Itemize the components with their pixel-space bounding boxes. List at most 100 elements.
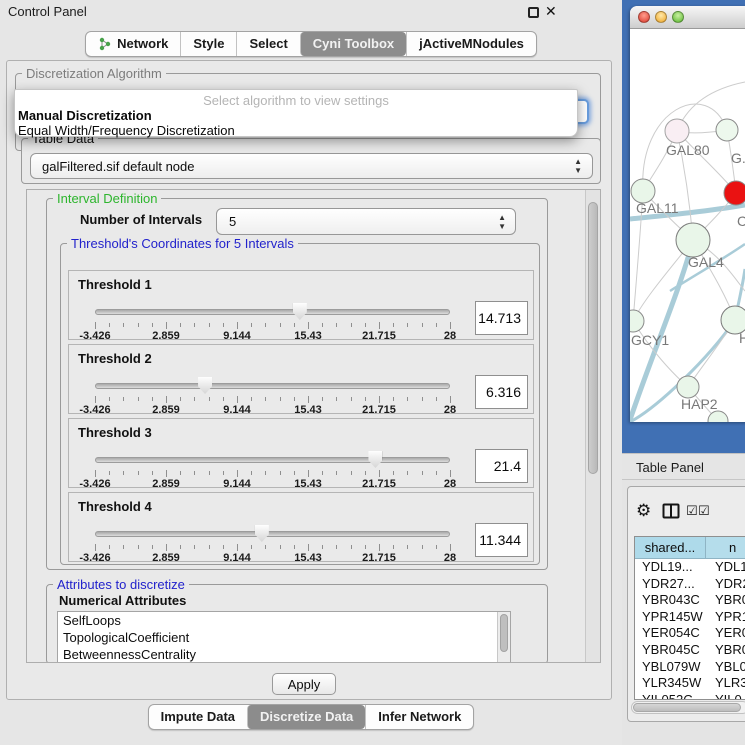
cell[interactable]: YPR1 [706, 609, 745, 626]
float-window-icon[interactable] [528, 7, 539, 18]
table-row[interactable]: YBL079WYBL0 [635, 659, 745, 676]
cyni-toolbox-panel: Discretization Algorithm Select algorith… [6, 60, 612, 700]
network-view-window: GAL80 G. GAL11 C GAL4 GCY1 H HAP2 [630, 6, 745, 422]
cell[interactable]: YBL0 [706, 659, 745, 676]
cell[interactable]: YPR145W [635, 609, 706, 626]
scrollbar-thumb[interactable] [633, 703, 741, 712]
cell[interactable]: YDR2 [706, 576, 745, 593]
node-selected-red[interactable] [724, 181, 745, 205]
cell[interactable]: YER0 [706, 625, 745, 642]
node-attribute-table[interactable]: shared... n YDL19...YDL1 YDR27...YDR2 YB… [634, 536, 745, 700]
cell[interactable]: YDR27... [635, 576, 706, 593]
slider-track[interactable] [95, 457, 450, 463]
node-gcy1[interactable] [630, 310, 644, 332]
table-row[interactable]: YBR045CYBR0 [635, 642, 745, 659]
network-icon [98, 37, 112, 51]
node-label-partial-g: G. [731, 150, 745, 166]
threshold-1-panel: Threshold 1 -3.4262.8599.14415.4321.7152… [68, 270, 534, 340]
select-column-checkbox-icon[interactable]: ☑ [686, 504, 698, 519]
slider-track[interactable] [95, 383, 450, 389]
algorithm-dropdown-popup: Select algorithm to view settings Manual… [14, 89, 578, 137]
table-header-row: shared... n [635, 537, 745, 559]
tab-discretize-data[interactable]: Discretize Data [247, 705, 365, 729]
cell[interactable]: YIL052C [635, 692, 706, 700]
threshold-4-value-field[interactable]: 11.344 [475, 523, 528, 557]
table-row[interactable]: YDL19...YDL1 [635, 559, 745, 576]
slider-thumb[interactable] [293, 303, 307, 320]
node-gal4[interactable] [676, 223, 710, 257]
cell[interactable]: YIL0 [706, 692, 745, 700]
table-row[interactable]: YDR27...YDR2 [635, 576, 745, 593]
table-row[interactable]: YPR145WYPR1 [635, 609, 745, 626]
minimize-traffic-light-icon[interactable] [655, 11, 667, 23]
cell[interactable]: YDL1 [706, 559, 745, 576]
control-panel-titlebar: Control Panel ✕ [0, 0, 622, 24]
threshold-4-slider[interactable]: -3.4262.8599.14415.4321.71528 [95, 523, 450, 561]
number-of-intervals-spinner[interactable]: 5 ▲▼ [216, 208, 516, 235]
slider-track[interactable] [95, 531, 450, 537]
cell[interactable]: YBR0 [706, 592, 745, 609]
table-row[interactable]: YLR345WYLR3 [635, 675, 745, 692]
split-columns-icon[interactable] [662, 503, 680, 520]
threshold-1-slider[interactable]: -3.4262.8599.14415.4321.71528 [95, 301, 450, 339]
tab-select[interactable]: Select [236, 32, 299, 56]
slider-ticks [95, 396, 450, 403]
cell[interactable]: YBR045C [635, 642, 706, 659]
network-canvas[interactable]: GAL80 G. GAL11 C GAL4 GCY1 H HAP2 [630, 29, 745, 422]
tab-style[interactable]: Style [180, 32, 236, 56]
select-column-checkbox-icon[interactable]: ☑ [698, 504, 710, 519]
table-data-combobox[interactable]: galFiltered.sif default node ▲▼ [30, 153, 593, 179]
cell[interactable]: YER054C [635, 625, 706, 642]
cell[interactable]: YLR345W [635, 675, 706, 692]
node-hap2[interactable] [677, 376, 699, 398]
threshold-3-value-field[interactable]: 21.4 [475, 449, 528, 483]
threshold-3-slider[interactable]: -3.4262.8599.14415.4321.71528 [95, 449, 450, 487]
horizontal-scrollbar[interactable] [631, 701, 745, 714]
tab-impute-data[interactable]: Impute Data [149, 705, 247, 729]
table-row[interactable]: YER054CYER0 [635, 625, 745, 642]
list-item[interactable]: BetweennessCentrality [58, 646, 510, 663]
vertical-scrollbar[interactable] [585, 190, 600, 662]
threshold-2-slider[interactable]: -3.4262.8599.14415.4321.71528 [95, 375, 450, 413]
slider-track[interactable] [95, 309, 450, 315]
node-gal80[interactable] [665, 119, 689, 143]
zoom-traffic-light-icon[interactable] [672, 11, 684, 23]
numerical-attributes-list[interactable]: SelfLoops TopologicalCoefficient Between… [57, 611, 511, 663]
column-header-name[interactable]: n [706, 537, 745, 558]
spinner-arrows-icon[interactable]: ▲▼ [498, 213, 506, 231]
apply-button[interactable]: Apply [272, 673, 336, 695]
scrollbar-thumb[interactable] [588, 202, 598, 474]
tab-infer-network[interactable]: Infer Network [365, 705, 473, 729]
cell[interactable]: YLR3 [706, 675, 745, 692]
scrollbar-thumb[interactable] [500, 614, 508, 652]
threshold-1-value-field[interactable]: 14.713 [475, 301, 528, 335]
node-top-right[interactable] [716, 119, 738, 141]
tab-jactivemnodules[interactable]: jActiveMNodules [406, 32, 536, 56]
table-row[interactable]: YBR043CYBR0 [635, 592, 745, 609]
list-item[interactable]: TopologicalCoefficient [58, 629, 510, 646]
list-item[interactable]: SelfLoops [58, 612, 510, 629]
threshold-title: Threshold 3 [78, 425, 152, 440]
threshold-2-value-field[interactable]: 6.316 [475, 375, 528, 409]
group-label: Discretization Algorithm [22, 66, 166, 81]
close-traffic-light-icon[interactable] [638, 11, 650, 23]
list-scrollbar[interactable] [497, 612, 510, 663]
tab-label: Discretize Data [260, 709, 353, 724]
cell[interactable]: YBR0 [706, 642, 745, 659]
network-window-titlebar [630, 6, 745, 29]
cell[interactable]: YBL079W [635, 659, 706, 676]
column-header-shared-name[interactable]: shared... [635, 537, 706, 558]
table-row[interactable]: YIL052CYIL0 [635, 692, 745, 700]
slider-thumb[interactable] [255, 525, 269, 542]
dropdown-option-manual-discretization[interactable]: Manual Discretization [18, 108, 152, 123]
tab-network[interactable]: Network [86, 32, 180, 56]
dropdown-option-equal-width-frequency[interactable]: Equal Width/Frequency Discretization [18, 123, 235, 138]
tab-label: jActiveMNodules [419, 36, 524, 51]
settings-gear-icon[interactable]: ⚙ [636, 501, 651, 521]
close-icon[interactable]: ✕ [545, 3, 557, 20]
tab-cyni-toolbox[interactable]: Cyni Toolbox [300, 32, 406, 56]
cell[interactable]: YBR043C [635, 592, 706, 609]
slider-thumb[interactable] [198, 377, 212, 394]
slider-thumb[interactable] [368, 451, 382, 468]
cell[interactable]: YDL19... [635, 559, 706, 576]
